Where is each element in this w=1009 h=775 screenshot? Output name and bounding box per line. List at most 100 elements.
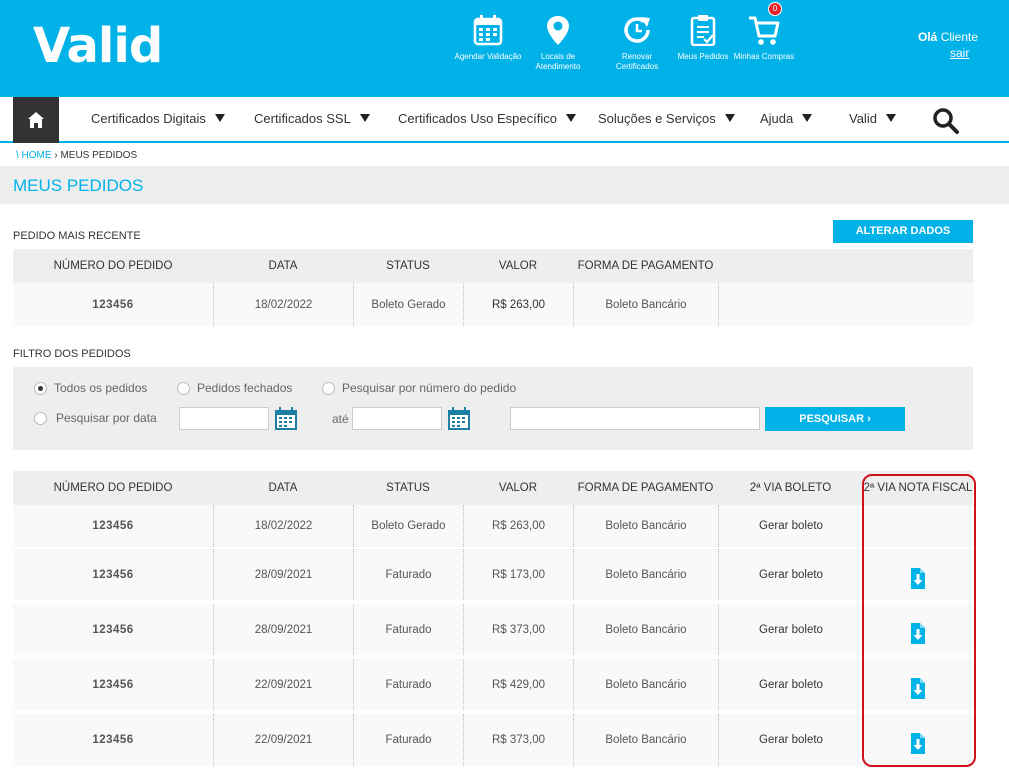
nav-certificados-digitais[interactable]: Certificados Digitais (91, 111, 225, 126)
order-row[interactable]: 123456 22/09/2021 Faturado R$ 429,00 Boleto … (13, 659, 973, 710)
empty-cell (718, 283, 973, 326)
col-numero: NÚMERO DO PEDIDO (53, 482, 173, 494)
alter-data-button[interactable]: ALTERAR DADOS (833, 220, 973, 243)
radio-dot (34, 411, 47, 425)
calendar-icon (473, 15, 503, 46)
minhas-compras-link[interactable]: 0 Minhas Compras (729, 2, 799, 62)
radio-search-by-number[interactable]: Pesquisar por número do pedido (322, 381, 516, 395)
order-number: 123456 (92, 568, 134, 581)
order-number: 123456 (92, 520, 134, 532)
nav-label: Certificados SSL (254, 111, 351, 126)
search-button[interactable] (932, 107, 960, 140)
col-pagamento: FORMA DE PAGAMENTO (577, 260, 714, 272)
nav-label: Ajuda (760, 111, 794, 126)
order-row[interactable]: 123456 22/09/2021 Faturado R$ 373,00 Boleto … (13, 714, 973, 766)
order-payment: Boleto Bancário (573, 604, 718, 655)
calendar-icon[interactable] (447, 407, 471, 431)
radio-search-by-date[interactable]: Pesquisar por data (34, 411, 157, 425)
meus-pedidos-link[interactable]: Meus Pedidos (668, 14, 738, 62)
order-status: Faturado (353, 604, 463, 655)
search-submit-button[interactable]: PESQUISAR › (765, 407, 905, 431)
gerar-boleto-link[interactable]: Gerar boleto (718, 604, 863, 655)
nav-certificados-ssl[interactable]: Certificados SSL (254, 111, 370, 126)
col-data: DATA (268, 260, 298, 272)
order-date: 28/09/2021 (213, 549, 353, 600)
gerar-boleto-link[interactable]: Gerar boleto (718, 505, 863, 547)
breadcrumb-home[interactable]: \ HOME (16, 150, 52, 161)
breadcrumb: \ HOME › MEUS PEDIDOS (16, 150, 137, 161)
order-number: 123456 (92, 734, 134, 746)
col-status: STATUS (386, 482, 430, 494)
radio-label: Pesquisar por número do pedido (342, 381, 517, 395)
radio-dot-selected (34, 381, 47, 395)
date-to-field[interactable] (352, 407, 442, 430)
user-greeting: Olá Cliente (918, 30, 978, 44)
order-payment: Boleto Bancário (573, 505, 718, 547)
col-pagamento: FORMA DE PAGAMENTO (577, 482, 714, 494)
order-value: R$ 373,00 (463, 714, 573, 766)
locais-atendimento-link[interactable]: Locais de Atendimento (523, 14, 593, 72)
radio-label: Pesquisar por data (56, 411, 157, 425)
order-row[interactable]: 123456 28/09/2021 Faturado R$ 173,00 Boleto … (13, 549, 973, 600)
caret-down-icon (885, 114, 896, 122)
search-icon (933, 108, 959, 134)
home-icon (28, 112, 44, 128)
nav-ajuda[interactable]: Ajuda (760, 111, 813, 126)
nav-solucoes-servicos[interactable]: Soluções e Serviços (598, 111, 735, 126)
nav-certificados-uso-especifico[interactable]: Certificados Uso Específico (398, 111, 576, 126)
site-header: Valid Agendar Validação Locais de Atendi… (0, 0, 1009, 97)
order-status: Boleto Gerado (353, 283, 463, 326)
agendar-label: Agendar Validação (454, 52, 522, 61)
ate-label: até (332, 412, 349, 426)
cart-icon (749, 16, 780, 45)
logout-link[interactable]: sair (950, 46, 969, 60)
radio-all-orders[interactable]: Todos os pedidos (34, 381, 147, 395)
order-payment: Boleto Bancário (573, 283, 718, 326)
nota-fiscal-highlight-box (862, 474, 976, 767)
date-from-field[interactable] (179, 407, 269, 430)
order-number: 123456 (92, 678, 134, 691)
breadcrumb-current: MEUS PEDIDOS (60, 150, 138, 161)
renovar-certificados-link[interactable]: Renovar Certificados (602, 14, 672, 72)
nav-label: Certificados Uso Específico (398, 111, 557, 126)
radio-dot (177, 381, 190, 395)
greeting-name: Cliente (940, 30, 979, 44)
recent-table-header: NÚMERO DO PEDIDO DATA STATUS VALOR FORMA… (13, 249, 973, 283)
gerar-boleto-link[interactable]: Gerar boleto (718, 714, 863, 766)
greeting-bold: Olá (918, 30, 938, 44)
order-number-field[interactable] (510, 407, 760, 430)
order-value: R$ 173,00 (463, 549, 573, 600)
order-number: 123456 (92, 623, 134, 636)
radio-closed-orders[interactable]: Pedidos fechados (177, 381, 292, 395)
valid-logo[interactable]: Valid (33, 18, 163, 74)
agendar-validacao-link[interactable]: Agendar Validação (453, 14, 523, 62)
gerar-boleto-link[interactable]: Gerar boleto (718, 549, 863, 600)
minhas-compras-label: Minhas Compras (733, 52, 795, 61)
clipboard-icon (690, 15, 716, 46)
col-data: DATA (268, 482, 298, 494)
caret-down-icon (565, 114, 576, 122)
nav-label: Certificados Digitais (91, 111, 206, 126)
col-status: STATUS (386, 260, 430, 272)
col-valor: VALOR (498, 482, 538, 494)
order-row[interactable]: 123456 28/09/2021 Faturado R$ 373,00 Boleto … (13, 604, 973, 655)
order-row[interactable]: 123456 18/02/2022 Boleto Gerado R$ 263,00 Bo… (13, 505, 973, 547)
col-2via-boleto: 2ª VIA BOLETO (749, 482, 832, 494)
caret-down-icon (802, 114, 813, 122)
order-status: Boleto Gerado (353, 505, 463, 547)
order-status: Faturado (353, 714, 463, 766)
radio-label: Todos os pedidos (54, 381, 148, 395)
recent-order-row[interactable]: 123456 18/02/2022 Boleto Gerado R$ 263,0… (13, 283, 973, 326)
order-payment: Boleto Bancário (573, 659, 718, 710)
filter-label: FILTRO DOS PEDIDOS (13, 348, 131, 360)
order-value: R$ 263,00 (463, 283, 573, 326)
nav-valid[interactable]: Valid (849, 111, 896, 126)
order-status: Faturado (353, 549, 463, 600)
order-status: Faturado (353, 659, 463, 710)
nav-label: Soluções e Serviços (598, 111, 716, 126)
home-button[interactable] (13, 97, 59, 143)
caret-down-icon (724, 114, 735, 122)
gerar-boleto-link[interactable]: Gerar boleto (718, 659, 863, 710)
radio-label: Pedidos fechados (197, 381, 293, 395)
calendar-icon[interactable] (274, 407, 298, 431)
